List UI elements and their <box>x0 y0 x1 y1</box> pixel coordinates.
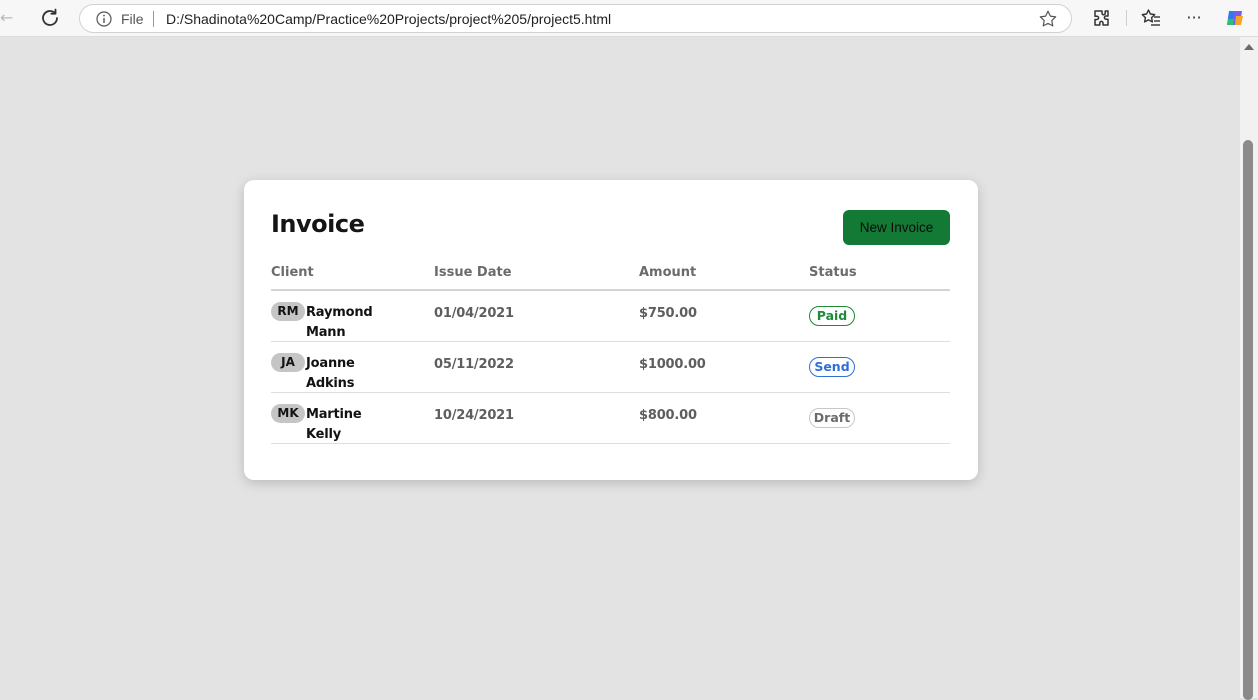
client-name: Joanne Adkins <box>306 356 355 391</box>
amount: $800.00 <box>639 408 697 423</box>
star-icon[interactable] <box>1038 9 1058 29</box>
invoice-table: Client Issue Date Amount Status RM Raymo… <box>271 262 950 444</box>
table-row: MK Martine Kelly 10/24/2021 $800.00 Draf… <box>271 393 950 444</box>
back-arrow-icon[interactable]: ← <box>0 8 16 28</box>
invoice-card: Invoice New Invoice Client Issue Date Am… <box>244 180 978 480</box>
client-avatar: RM <box>271 302 305 321</box>
issue-date: 05/11/2022 <box>434 357 514 372</box>
client-name: Raymond Mann <box>306 305 373 340</box>
invoice-title: Invoice <box>271 210 365 238</box>
reload-icon[interactable] <box>38 6 62 30</box>
page-scrollbar[interactable] <box>1240 37 1258 700</box>
scroll-thumb[interactable] <box>1243 140 1253 700</box>
address-bar[interactable]: File D:/Shadinota%20Camp/Practice%20Proj… <box>79 4 1072 33</box>
status-badge: Paid <box>809 306 855 326</box>
copilot-icon[interactable] <box>1224 7 1246 29</box>
column-header-amount: Amount <box>639 265 697 280</box>
table-row: RM Raymond Mann 01/04/2021 $750.00 Paid <box>271 291 950 342</box>
status-badge: Send <box>809 357 855 377</box>
file-label: File <box>121 11 144 27</box>
table-row: JA Joanne Adkins 05/11/2022 $1000.00 Sen… <box>271 342 950 393</box>
issue-date: 10/24/2021 <box>434 408 514 423</box>
new-invoice-button[interactable]: New Invoice <box>843 210 950 245</box>
toolbar-separator <box>1126 10 1127 26</box>
browser-toolbar: ← File D:/Shadinota%20Camp/Practice%20Pr… <box>0 0 1258 37</box>
url-text[interactable]: D:/Shadinota%20Camp/Practice%20Projects/… <box>166 10 611 28</box>
client-avatar: JA <box>271 353 305 372</box>
address-separator <box>153 11 154 27</box>
column-header-client: Client <box>271 265 314 280</box>
issue-date: 01/04/2021 <box>434 306 514 321</box>
status-badge: Draft <box>809 408 855 428</box>
amount: $1000.00 <box>639 357 706 372</box>
column-header-issue-date: Issue Date <box>434 265 512 280</box>
client-avatar: MK <box>271 404 305 423</box>
favorites-icon[interactable] <box>1140 7 1162 29</box>
more-icon[interactable]: ··· <box>1183 7 1205 29</box>
client-name: Martine Kelly <box>306 407 362 442</box>
scroll-up-arrow-icon[interactable] <box>1244 44 1254 50</box>
column-header-status: Status <box>809 265 857 280</box>
table-header: Client Issue Date Amount Status <box>271 262 950 291</box>
info-icon[interactable] <box>96 11 112 27</box>
extensions-icon[interactable] <box>1091 7 1113 29</box>
amount: $750.00 <box>639 306 697 321</box>
